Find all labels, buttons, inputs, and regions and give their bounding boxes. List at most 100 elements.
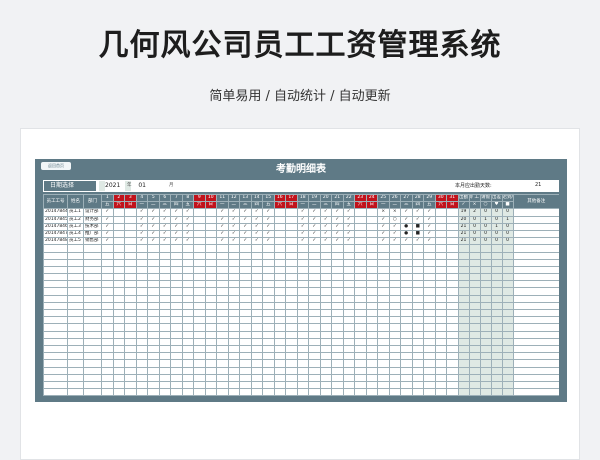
empty-cell [446,337,459,346]
empty-cell [250,373,263,382]
empty-cell [83,280,102,289]
empty-cell [135,337,148,346]
empty-cell [227,258,240,267]
empty-cell [135,287,148,296]
empty-cell [434,244,447,253]
empty-cell [227,287,240,296]
weekday-header: 日 [124,201,137,210]
empty-cell [170,301,183,311]
empty-cell [479,330,492,339]
table-row[interactable]: 20147845 员工2 财务部 ✓ ✓ ✓ ✓ ✓ ✓ ✓ ✓ ✓ ✓ ✓ ✓ ✓ ✓ ✓ ✓ ✓ ○ ✓ ✓ ✓ 20 0 1 0… [43,215,559,224]
empty-cell [308,258,321,267]
empty-cell [319,388,332,396]
empty-cell [354,280,367,289]
empty-cell [457,308,470,318]
empty-cell [400,251,413,260]
empty-cell [250,308,263,318]
month-value: 01 [138,182,146,189]
empty-cell [388,251,401,260]
empty-cell [239,273,252,282]
empty-cell [423,344,436,354]
empty-cell [112,380,125,390]
empty-cell [457,244,470,253]
empty-cell [101,388,114,396]
empty-cell [423,294,436,303]
empty-cell [124,244,137,253]
empty-cell [204,352,217,361]
empty-cell [216,301,229,311]
empty-cell [135,244,148,253]
attendance-cell: ✓ [296,215,309,224]
empty-cell [354,316,367,325]
empty-cell [400,323,413,332]
empty-cell [262,359,275,368]
empty-cell [446,265,459,275]
attendance-cell: ✓ [216,229,229,239]
empty-cell [400,359,413,368]
empty-cell [296,366,309,375]
empty-cell [239,359,252,368]
empty-cell [135,280,148,289]
empty-cell [342,244,355,253]
attendance-cell: ✓ [388,222,401,231]
empty-cell [250,366,263,375]
empty-cell [365,273,378,282]
table-row[interactable]: 20147847 员工4 推广部 ✓ ✓ ✓ ✓ ✓ ✓ ✓ ✓ ✓ ✓ ✓ ✓ ✓ ✓ ✓ ✓ ✓ ✓ ● ■ ✓ 21 0 0 0… [43,229,559,239]
empty-cell [43,352,68,361]
attendance-cell: ✓ [423,222,436,231]
attendance-cell: ○ [388,215,401,224]
empty-cell [468,352,481,361]
empty-cell [457,265,470,275]
empty-cell [434,359,447,368]
empty-cell [308,359,321,368]
empty-cell [170,280,183,289]
empty-cell [308,373,321,382]
empty-cell [400,330,413,339]
empty-cell [388,359,401,368]
attendance-cell: ✓ [216,215,229,224]
table-row[interactable]: 20147848 员工5 销售部 ✓ ✓ ✓ ✓ ✓ ✓ ✓ ✓ ✓ ✓ ✓ ✓ ✓ ✓ ✓ ✓ ✓ ✓ ✓ ✓ ✓ 21 0 0 0… [43,237,559,246]
empty-cell [216,273,229,282]
empty-cell [216,330,229,339]
empty-cell [158,316,171,325]
empty-cell [147,294,160,303]
empty-cell [170,244,183,253]
empty-cell [377,316,390,325]
empty-cell [193,388,206,396]
empty-cell [227,280,240,289]
attendance-cell [112,215,125,224]
attendance-cell: ✓ [342,215,355,224]
empty-cell [296,287,309,296]
empty-cell [446,380,459,390]
attendance-cell: ✓ [377,229,390,239]
day-header: 5 [147,194,160,203]
empty-cell [124,287,137,296]
table-row[interactable]: 20147844 员工1 设计部 ✓ ✓ ✓ ✓ ✓ ✓ ✓ ✓ ✓ ✓ ✓ ✓ ✓ ✓ ✓ ✓ × × ✓ ✓ ✓ 19 2 0 0… [43,208,559,217]
empty-cell [446,273,459,282]
empty-cell [400,380,413,390]
empty-cell [285,337,298,346]
empty-cell [457,323,470,332]
attendance-cell: ✓ [411,208,424,217]
empty-cell [43,366,68,375]
day-header: 2 [112,194,125,203]
table-row[interactable]: 20147846 员工3 技术部 ✓ ✓ ✓ ✓ ✓ ✓ ✓ ✓ ✓ ✓ ✓ ✓ ✓ ✓ ✓ ✓ ✓ ✓ ● ■ ✓ 21 0 0 1… [43,222,559,231]
empty-cell [296,380,309,390]
empty-cell [67,244,84,253]
empty-cell [308,323,321,332]
empty-cell [273,301,286,311]
stat-header: 出差 [490,194,503,203]
empty-cell [83,388,102,396]
day-header: 8 [181,194,194,203]
empty-cell [365,359,378,368]
empty-cell [468,316,481,325]
empty-cell [112,308,125,318]
empty-cell [135,294,148,303]
empty-cell [388,330,401,339]
empty-cell [457,301,470,311]
empty-cell [112,352,125,361]
attendance-cell [273,237,286,246]
empty-cell [479,294,492,303]
empty-cell [170,294,183,303]
empty-cell [250,280,263,289]
